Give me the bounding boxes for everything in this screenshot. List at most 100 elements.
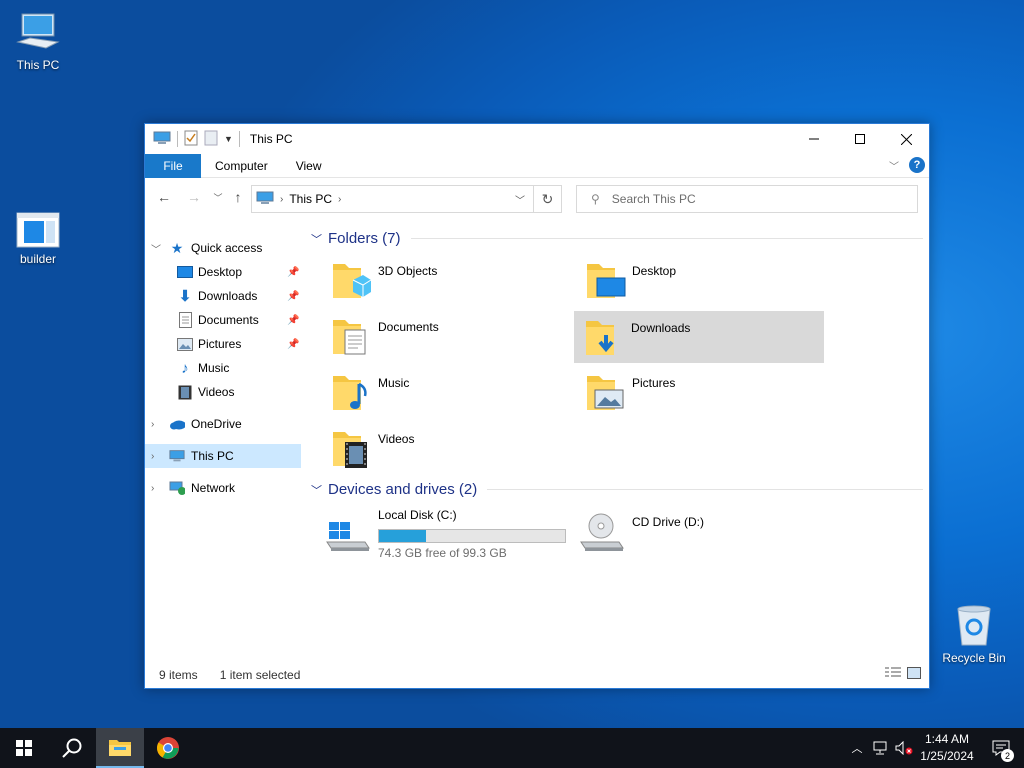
nav-item-desktop[interactable]: Desktop 📌 — [145, 260, 301, 284]
collapse-chevron-icon[interactable]: ﹀ — [311, 482, 322, 498]
nav-item-documents[interactable]: Documents 📌 — [145, 308, 301, 332]
pin-icon: 📌 — [287, 266, 300, 278]
music-note-icon: ♪ — [181, 359, 189, 377]
folder-label: Pictures — [632, 376, 676, 390]
desktop-icon-recycle-bin[interactable]: Recycle Bin — [936, 603, 1012, 665]
document-icon — [177, 312, 193, 328]
collapse-chevron-icon[interactable]: ﹀ — [311, 231, 322, 247]
desktop-icon — [177, 264, 193, 280]
volume-muted-icon[interactable] — [892, 741, 916, 755]
pictures-folder-icon — [587, 376, 624, 410]
search-button[interactable] — [48, 728, 96, 768]
navigation-pane: ﹀ ★ Quick access Desktop 📌 ⬇ Downloads 📌… — [145, 234, 301, 654]
application-window-icon — [16, 212, 60, 248]
folder-label: Videos — [378, 432, 415, 446]
large-icons-view-icon[interactable] — [907, 667, 921, 682]
network-status-icon[interactable] — [868, 741, 892, 755]
collapsed-chevron-icon[interactable]: › — [151, 451, 161, 462]
tab-view[interactable]: View — [282, 154, 336, 178]
tab-file[interactable]: File — [145, 153, 201, 178]
search-placeholder: Search This PC — [611, 192, 696, 206]
picture-icon — [177, 336, 193, 352]
action-center-button[interactable]: 2 — [978, 728, 1024, 768]
collapsed-chevron-icon[interactable]: › — [151, 483, 161, 494]
devices-group-header[interactable]: ﹀ Devices and drives (2) — [311, 481, 923, 498]
ribbon-tabs: File Computer View ﹀ ? — [145, 153, 929, 178]
documents-folder-icon — [333, 320, 366, 355]
taskbar-chrome[interactable] — [144, 728, 192, 768]
folders-group-header[interactable]: ﹀ Folders (7) — [311, 230, 923, 247]
expand-ribbon-icon[interactable]: ﹀ — [889, 158, 899, 173]
folder-tile-documents[interactable]: Documents — [321, 310, 571, 362]
nav-item-onedrive[interactable]: › OneDrive — [145, 412, 301, 436]
drive-tile-local-disk-c[interactable]: Local Disk (C:) 74.3 GB free of 99.3 GB — [321, 504, 571, 560]
nav-item-label: Pictures — [198, 337, 242, 351]
drive-usage-fill — [379, 530, 426, 542]
drive-tile-cd-drive-d[interactable]: CD Drive (D:) — [575, 504, 825, 556]
nav-item-videos[interactable]: Videos — [145, 380, 301, 404]
customize-dropdown-icon[interactable]: ▼ — [224, 134, 233, 144]
network-icon — [169, 480, 185, 496]
close-button[interactable] — [883, 124, 929, 154]
collapsed-chevron-icon[interactable]: › — [151, 419, 161, 430]
item-count: 9 items — [159, 668, 198, 682]
breadcrumb-separator-icon[interactable]: › — [338, 194, 341, 205]
minimize-button[interactable] — [791, 124, 837, 154]
expanded-chevron-icon[interactable]: ﹀ — [151, 241, 161, 256]
folder-tile-3d-objects[interactable]: 3D Objects — [321, 254, 571, 306]
details-view-icon[interactable] — [885, 667, 901, 682]
tab-computer[interactable]: Computer — [201, 154, 282, 178]
start-button[interactable] — [0, 728, 48, 768]
nav-item-quick-access[interactable]: ﹀ ★ Quick access — [145, 236, 301, 260]
folder-tile-downloads[interactable]: Downloads — [574, 311, 824, 363]
folder-tile-pictures[interactable]: Pictures — [575, 366, 825, 418]
breadcrumb-separator-icon[interactable]: › — [280, 194, 283, 205]
show-hidden-icons-button[interactable]: ︿ — [846, 740, 868, 756]
file-explorer-icon — [109, 740, 131, 756]
clock-time: 1:44 AM — [924, 732, 970, 746]
drive-free-space: 74.3 GB free of 99.3 GB — [378, 546, 507, 560]
up-button[interactable]: ↑ — [227, 186, 249, 208]
nav-item-label: Downloads — [198, 289, 258, 303]
nav-item-label: Videos — [198, 385, 235, 399]
maximize-button[interactable] — [837, 124, 883, 154]
clock[interactable]: 1:44 AM 1/25/2024 — [916, 731, 978, 765]
nav-item-label: Desktop — [198, 265, 243, 279]
window-title: This PC — [249, 132, 293, 146]
desktop-icon-builder[interactable]: builder — [0, 212, 76, 266]
refresh-button[interactable]: ↻ — [534, 185, 562, 213]
pin-icon: 📌 — [287, 314, 300, 326]
title-bar[interactable]: ▼ This PC — [145, 124, 929, 154]
film-icon — [177, 384, 193, 400]
folder-label: Music — [378, 376, 410, 390]
nav-item-downloads[interactable]: ⬇ Downloads 📌 — [145, 284, 301, 308]
forward-button[interactable]: → — [183, 186, 205, 208]
download-arrow-icon: ⬇ — [178, 288, 192, 305]
recent-locations-icon[interactable]: ﹀ — [207, 186, 229, 208]
nav-item-music[interactable]: ♪ Music — [145, 356, 301, 380]
folder-tile-videos[interactable]: Videos — [321, 422, 571, 474]
nav-item-pictures[interactable]: Pictures 📌 — [145, 332, 301, 356]
address-dropdown-icon[interactable]: ﹀ — [515, 192, 525, 207]
address-bar[interactable]: › This PC › ﹀ — [251, 185, 534, 213]
help-icon[interactable]: ? — [909, 157, 925, 173]
folder-tile-music[interactable]: Music — [321, 366, 571, 418]
back-button[interactable]: ← — [153, 186, 175, 208]
desktop-icon-this-pc[interactable]: This PC — [0, 12, 76, 72]
videos-folder-icon — [333, 432, 367, 468]
pin-icon: 📌 — [287, 290, 300, 302]
properties-icon[interactable] — [184, 130, 198, 149]
notification-badge: 2 — [1001, 749, 1014, 762]
folder-tile-desktop[interactable]: Desktop — [575, 254, 825, 306]
breadcrumb-this-pc[interactable]: This PC — [289, 192, 332, 206]
nav-item-network[interactable]: › Network — [145, 476, 301, 500]
downloads-folder-icon — [586, 321, 614, 355]
search-input[interactable]: ⚲ Search This PC — [576, 185, 918, 213]
taskbar-file-explorer[interactable] — [96, 728, 144, 768]
navigation-bar: ← → ﹀ ↑ › This PC › ﹀ ↻ ⚲ Search This PC — [145, 178, 929, 218]
folders-group-title: Folders (7) — [328, 230, 401, 247]
drive-label: Local Disk (C:) — [378, 508, 457, 522]
new-folder-icon[interactable] — [204, 130, 218, 149]
clock-date: 1/25/2024 — [920, 749, 974, 763]
nav-item-this-pc[interactable]: › This PC — [145, 444, 301, 468]
